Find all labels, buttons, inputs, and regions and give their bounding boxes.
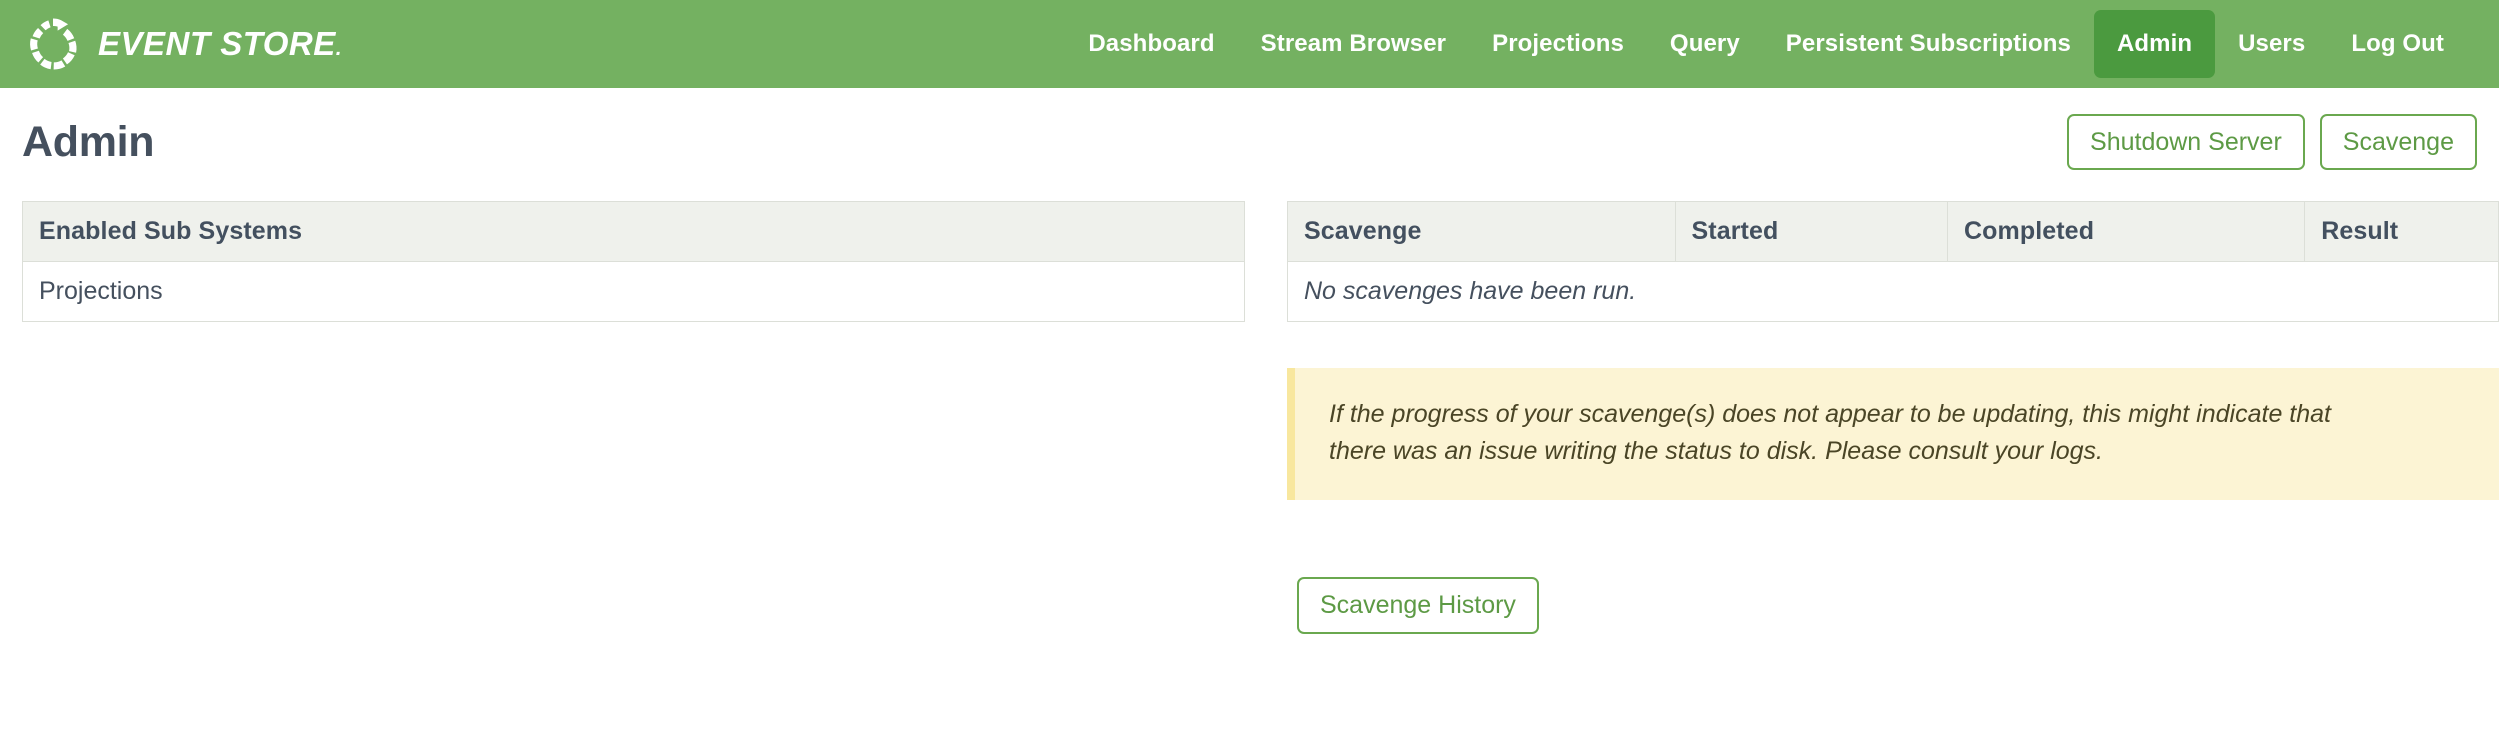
nav-item-stream-browser[interactable]: Stream Browser — [1238, 0, 1469, 88]
column-header-enabled-sub-systems: Enabled Sub Systems — [23, 202, 1245, 262]
scavenge-status-warning-alert: If the progress of your scavenge(s) does… — [1287, 368, 2499, 500]
shutdown-server-button[interactable]: Shutdown Server — [2067, 114, 2305, 171]
table-body: No scavenges have been run. — [1288, 262, 2499, 322]
empty-state-message: No scavenges have been run. — [1288, 262, 2499, 322]
page-content: Admin Shutdown Server Scavenge Enabled S… — [0, 88, 2499, 634]
nav-item-log-out[interactable]: Log Out — [2328, 0, 2467, 88]
nav-item-projections[interactable]: Projections — [1469, 0, 1647, 88]
nav-item-admin[interactable]: Admin — [2094, 10, 2215, 78]
enabled-subsystems-panel: Enabled Sub Systems Projections — [22, 201, 1245, 634]
page-title: Admin — [22, 118, 154, 167]
table-body: Projections — [23, 262, 1245, 322]
column-header-result: Result — [2305, 202, 2499, 262]
table-head: Enabled Sub Systems — [23, 202, 1245, 262]
content-columns: Enabled Sub Systems Projections Scavenge… — [22, 201, 2477, 634]
top-navigation-bar: EVENT STORE. Dashboard Stream Browser Pr… — [0, 0, 2499, 88]
table-row: Projections — [23, 262, 1245, 322]
enabled-subsystems-table: Enabled Sub Systems Projections — [22, 201, 1245, 322]
scavenge-history-row: Scavenge History — [1287, 577, 2499, 634]
eventstore-circular-arrow-logo-icon — [24, 15, 82, 73]
cell-subsystem-name: Projections — [23, 262, 1245, 322]
nav-item-users[interactable]: Users — [2215, 0, 2328, 88]
scavenge-table: Scavenge Started Completed Result No sca… — [1287, 201, 2499, 322]
table-row-empty: No scavenges have been run. — [1288, 262, 2499, 322]
scavenge-history-button[interactable]: Scavenge History — [1297, 577, 1539, 634]
brand-trademark-dot: . — [336, 37, 342, 60]
nav-item-persistent-subscriptions[interactable]: Persistent Subscriptions — [1763, 0, 2094, 88]
table-head: Scavenge Started Completed Result — [1288, 202, 2499, 262]
main-nav: Dashboard Stream Browser Projections Que… — [1065, 0, 2467, 88]
nav-item-dashboard[interactable]: Dashboard — [1065, 0, 1237, 88]
table-header-row: Scavenge Started Completed Result — [1288, 202, 2499, 262]
brand-home-link[interactable]: EVENT STORE. — [24, 0, 342, 88]
scavenge-panel: Scavenge Started Completed Result No sca… — [1287, 201, 2499, 634]
page-action-buttons: Shutdown Server Scavenge — [2067, 114, 2477, 171]
column-header-scavenge: Scavenge — [1288, 202, 1676, 262]
table-header-row: Enabled Sub Systems — [23, 202, 1245, 262]
nav-item-query[interactable]: Query — [1647, 0, 1763, 88]
page-header-row: Admin Shutdown Server Scavenge — [22, 88, 2477, 182]
brand-name: EVENT STORE. — [98, 25, 342, 63]
column-header-started: Started — [1675, 202, 1947, 262]
column-header-completed: Completed — [1947, 202, 2304, 262]
alert-message: If the progress of your scavenge(s) does… — [1329, 396, 2389, 470]
scavenge-button[interactable]: Scavenge — [2320, 114, 2477, 171]
